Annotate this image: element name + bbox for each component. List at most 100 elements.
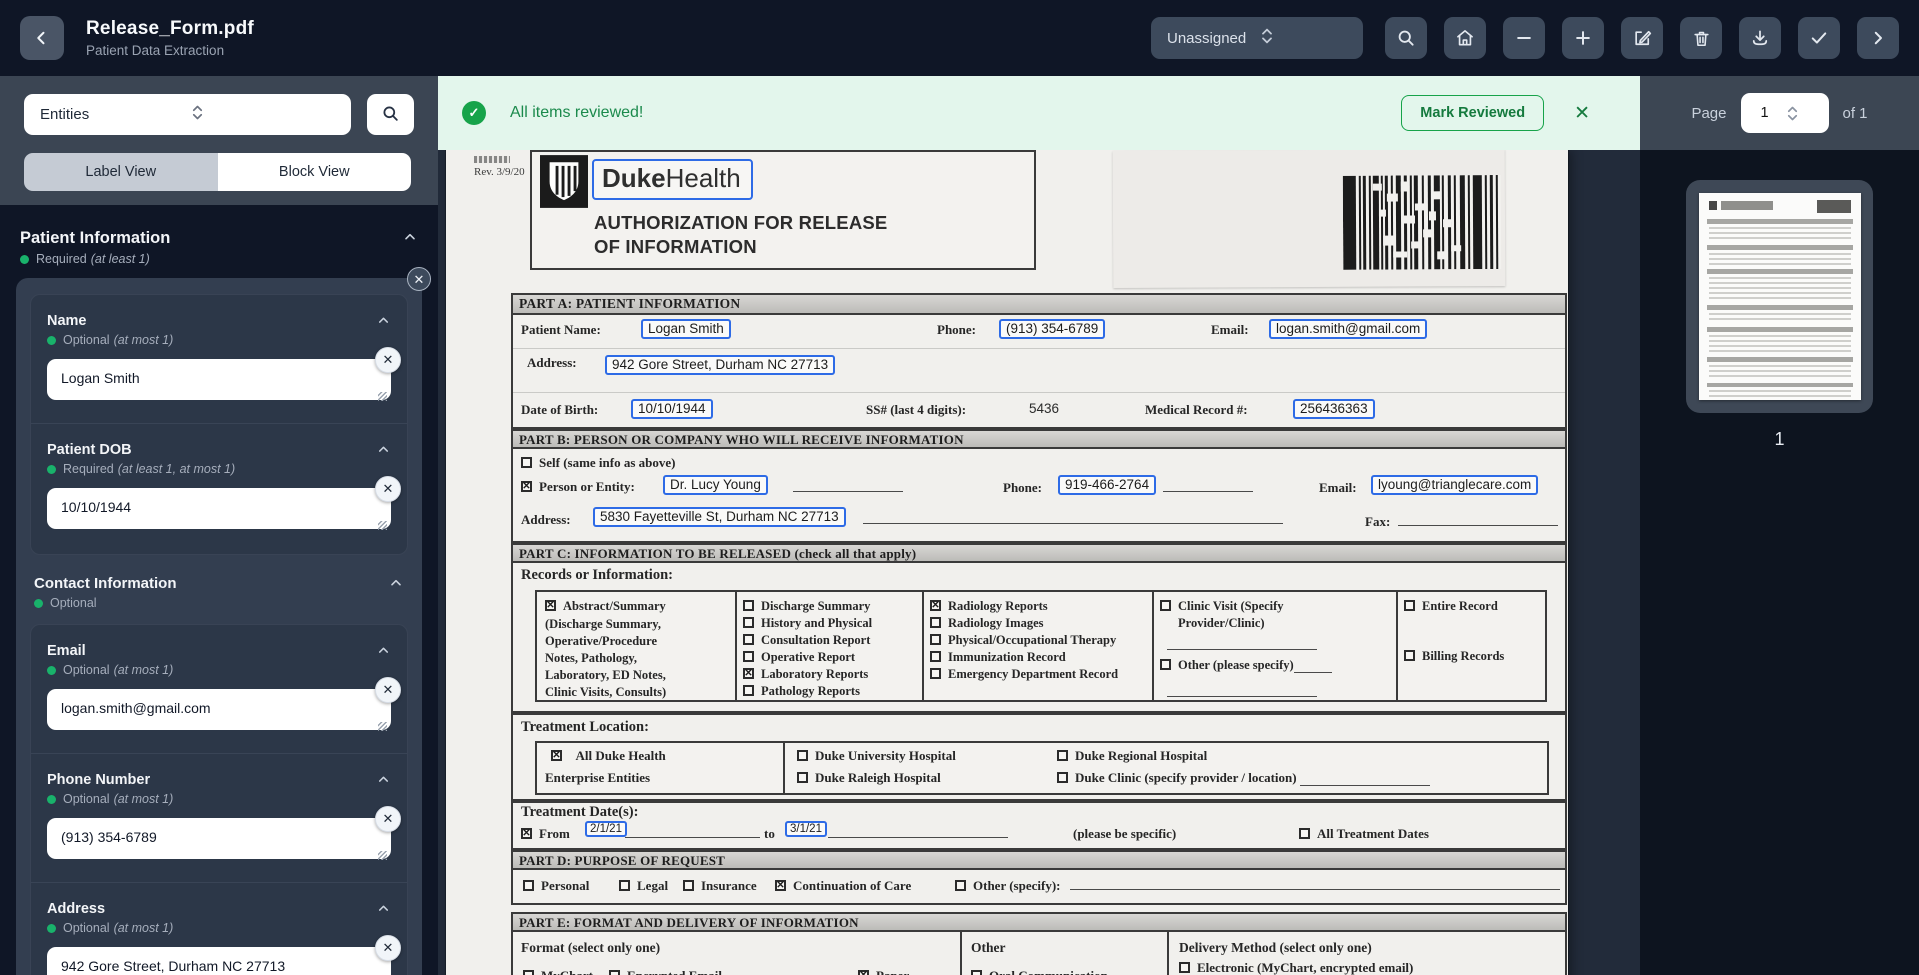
remove-card-button[interactable]: ✕ <box>407 267 431 291</box>
subsection-title: Contact Information <box>34 575 177 592</box>
green-status-dot <box>20 254 29 264</box>
clear-value-button[interactable]: ✕ <box>375 677 401 703</box>
entity-highlight-recipient-email[interactable]: lyoung@trianglecare.com <box>1371 475 1539 495</box>
mark-reviewed-button[interactable]: Mark Reviewed <box>1401 95 1545 131</box>
dob-value-input[interactable]: 10/10/1944 <box>47 488 391 529</box>
entity-highlight-patient-name[interactable]: Logan Smith <box>641 319 731 339</box>
resize-grip[interactable] <box>378 851 387 860</box>
checkbox-other-purpose <box>955 880 966 891</box>
patient-information-card: ✕ Name Optional (at most 1) ✕ Logan Smit… <box>16 267 431 975</box>
clear-value-button[interactable]: ✕ <box>375 347 401 373</box>
trash-icon <box>1692 29 1711 48</box>
entity-highlight-phone[interactable]: (913) 354-6789 <box>999 319 1106 339</box>
field-label: Name <box>47 313 87 329</box>
plus-icon <box>1573 28 1593 48</box>
part-c-box: PART C: INFORMATION TO BE RELEASED (chec… <box>511 543 1567 713</box>
checkbox-pathology-reports <box>743 685 754 696</box>
check-icon <box>1809 28 1829 48</box>
field-group-name: Name Optional (at most 1) ✕ Logan Smith <box>47 313 401 405</box>
clear-value-button[interactable]: ✕ <box>375 476 401 502</box>
checkbox-duke-regional <box>1057 750 1068 761</box>
green-status-dot <box>47 665 56 675</box>
document-title-block: Release_Form.pdf Patient Data Extraction <box>86 18 254 58</box>
email-value-input[interactable]: logan.smith@gmail.com <box>47 689 391 730</box>
checkbox-oral-communication <box>971 970 982 975</box>
chevron-left-icon <box>33 29 51 47</box>
checkbox-legal <box>619 880 630 891</box>
entity-highlight-address[interactable]: 942 Gore Street, Durham NC 27713 <box>605 355 836 375</box>
assignee-select[interactable]: Unassigned <box>1151 17 1363 59</box>
checkbox-personal <box>523 880 534 891</box>
chevron-up-down-icon <box>190 104 340 125</box>
app-root: Release_Form.pdf Patient Data Extraction… <box>0 0 1919 975</box>
entity-highlight-date-to[interactable]: 3/1/21 <box>785 821 827 837</box>
delete-button[interactable] <box>1680 17 1722 59</box>
home-button[interactable] <box>1444 17 1486 59</box>
stepper-chevrons-icon[interactable] <box>1785 105 1800 122</box>
page-number-input[interactable] <box>1744 105 1785 121</box>
checkbox-duke-raleigh <box>797 772 808 783</box>
checkbox-self <box>521 457 532 468</box>
section-patient-information: Patient Information Required (at least 1) <box>16 229 422 278</box>
download-button[interactable] <box>1739 17 1781 59</box>
page-count-label: of 1 <box>1842 104 1868 122</box>
search-icon <box>1396 28 1416 48</box>
checkbox-billing-records <box>1404 650 1415 661</box>
phone-value-input[interactable]: (913) 354-6789 <box>47 818 391 859</box>
collapse-chevron-icon[interactable] <box>376 442 391 462</box>
zoom-out-button[interactable] <box>1503 17 1545 59</box>
contact-fields-card: Email Optional (at most 1) ✕ logan.smith@… <box>30 624 408 975</box>
home-icon <box>1455 28 1475 48</box>
page-label: Page <box>1691 104 1727 122</box>
sidebar-search-button[interactable] <box>367 94 414 135</box>
resize-grip[interactable] <box>378 722 387 731</box>
entities-select[interactable]: Entities <box>24 94 352 135</box>
field-label: Phone Number <box>47 772 151 788</box>
field-group-email: Email Optional (at most 1) ✕ logan.smith@… <box>47 643 401 735</box>
collapse-chevron-icon[interactable] <box>376 901 391 921</box>
pager-controls: Page of 1 <box>1640 76 1919 150</box>
part-e-heading: PART E: FORMAT AND DELIVERY OF INFORMATI… <box>513 914 1565 932</box>
section-title: Patient Information <box>20 229 171 247</box>
entity-highlight-date-from[interactable]: 2/1/21 <box>585 821 627 837</box>
entity-highlight-dob[interactable]: 10/10/1944 <box>631 399 713 419</box>
back-button[interactable] <box>20 16 64 60</box>
checkbox-date-range <box>521 828 532 839</box>
chevron-right-icon <box>1869 29 1887 47</box>
collapse-chevron-icon[interactable] <box>388 575 404 596</box>
entity-highlight-email[interactable]: logan.smith@gmail.com <box>1269 319 1428 339</box>
resize-grip[interactable] <box>378 392 387 401</box>
banner-close-icon[interactable]: ✕ <box>1574 102 1590 125</box>
section-requirement: Required (at least 1) <box>20 252 170 266</box>
entity-highlight-brand[interactable]: DukeHealth <box>592 159 753 200</box>
entity-highlight-mrn[interactable]: 256436363 <box>1293 399 1375 419</box>
zoom-in-button[interactable] <box>1562 17 1604 59</box>
resize-grip[interactable] <box>378 521 387 530</box>
tab-label-view[interactable]: Label View <box>24 153 218 191</box>
top-header: Release_Form.pdf Patient Data Extraction… <box>0 0 1919 76</box>
clear-value-button[interactable]: ✕ <box>375 935 401 961</box>
barcode <box>1342 174 1502 270</box>
pages-panel: Page of 1 <box>1640 76 1919 975</box>
page-thumbnail[interactable] <box>1686 180 1873 413</box>
entity-highlight-recipient-phone[interactable]: 919-466-2764 <box>1058 475 1157 495</box>
collapse-chevron-icon[interactable] <box>376 772 391 792</box>
collapse-chevron-icon[interactable] <box>376 643 391 663</box>
clear-value-button[interactable]: ✕ <box>375 806 401 832</box>
checkbox-entire-record <box>1404 600 1415 611</box>
address-value-input[interactable]: 942 Gore Street, Durham NC 27713 <box>47 947 391 975</box>
entity-highlight-recipient[interactable]: Dr. Lucy Young <box>663 475 768 495</box>
collapse-chevron-icon[interactable] <box>376 313 391 333</box>
checkbox-abstract-summary <box>545 600 556 611</box>
entity-highlight-recipient-address[interactable]: 5830 Fayetteville St, Durham NC 27713 <box>593 507 846 527</box>
collapse-chevron-icon[interactable] <box>402 229 418 250</box>
tab-block-view[interactable]: Block View <box>217 153 411 191</box>
edit-button[interactable] <box>1621 17 1663 59</box>
checkbox-history-physical <box>743 617 754 628</box>
search-button[interactable] <box>1385 17 1427 59</box>
name-value-input[interactable]: Logan Smith <box>47 359 391 400</box>
part-a-heading: PART A: PATIENT INFORMATION <box>513 295 1565 315</box>
next-document-button[interactable] <box>1857 17 1899 59</box>
checkbox-insurance <box>683 880 694 891</box>
approve-button[interactable] <box>1798 17 1840 59</box>
